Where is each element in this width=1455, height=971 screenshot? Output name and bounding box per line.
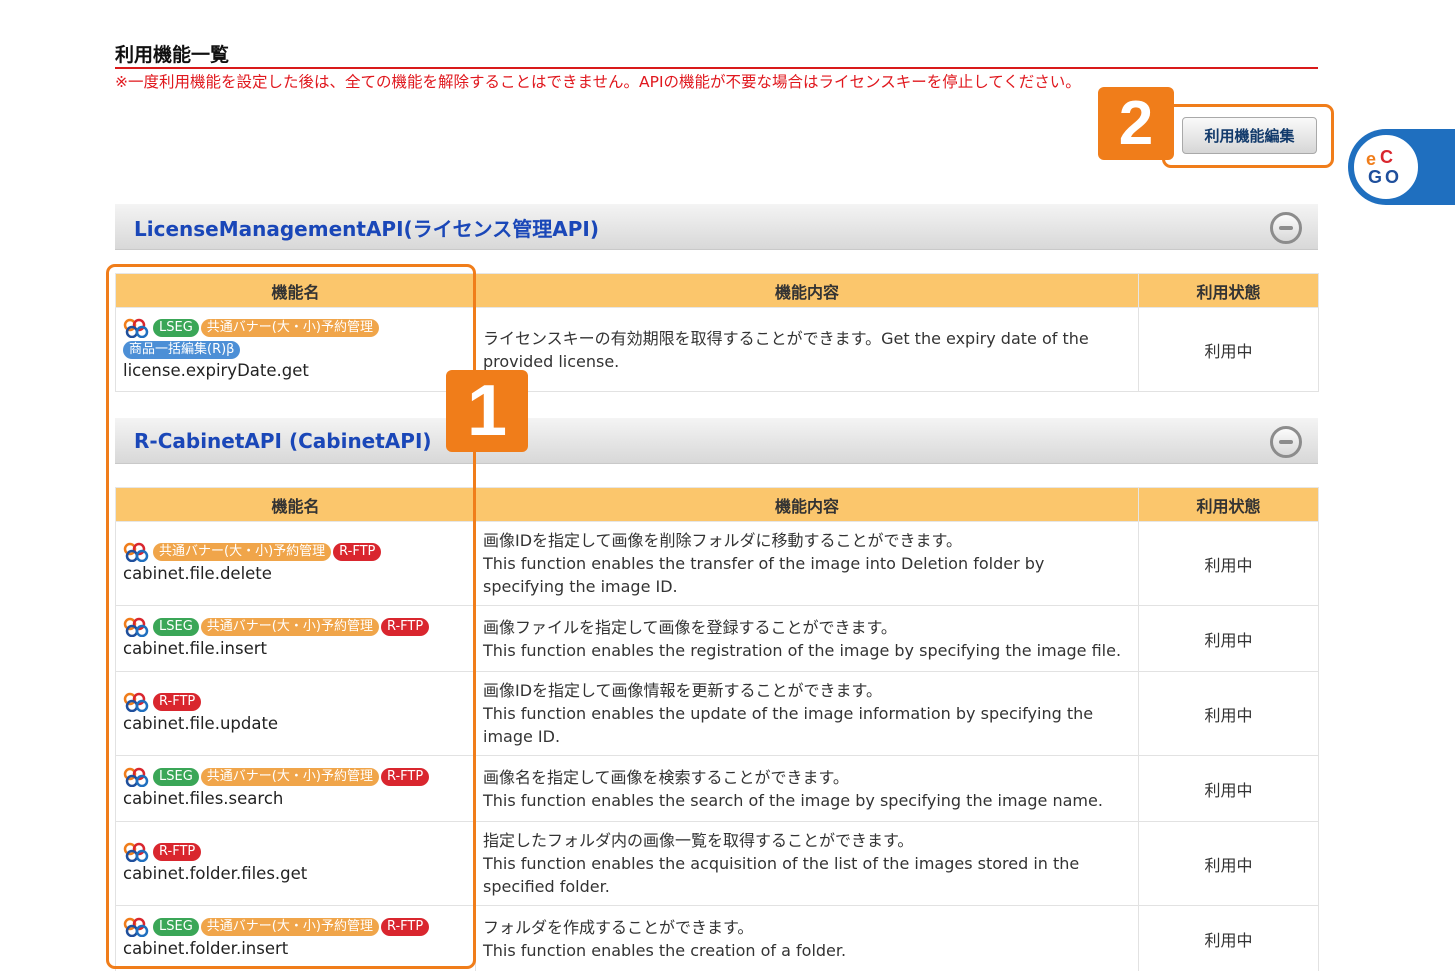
function-description: 画像ファイルを指定して画像を登録することができます。 This function … (475, 605, 1139, 672)
function-description: 画像IDを指定して画像情報を更新することができます。 This function … (475, 671, 1139, 756)
function-description: 画像名を指定して画像を検索することができます。 This function ena… (475, 755, 1139, 822)
description-line: This function enables the registration o… (483, 640, 1122, 660)
section-header-license[interactable]: LicenseManagementAPI(ライセンス管理API) (115, 204, 1318, 250)
description-line: 指定したフォルダ内の画像一覧を取得することができます。 (483, 831, 914, 850)
description-line: 画像ファイルを指定して画像を登録することができます。 (483, 617, 897, 637)
svg-text:G: G (1368, 167, 1382, 186)
description-line: image ID. (483, 727, 561, 746)
callout-1-number: 1 (446, 370, 528, 452)
description-line: This function enables the acquisition of… (483, 854, 1080, 873)
usage-status: 利用中 (1138, 905, 1319, 971)
description-line: 画像IDを指定して画像を削除フォルダに移動することができます。 (483, 531, 962, 550)
callout-2-number: 2 (1098, 87, 1174, 160)
description-line: 画像IDを指定して画像情報を更新することができます。 (483, 681, 882, 700)
page-title: 利用機能一覧 (115, 44, 230, 66)
callout-2-frame (1162, 104, 1334, 168)
usage-status: 利用中 (1138, 521, 1319, 606)
description-line: This function enables the transfer of th… (483, 554, 1045, 573)
function-description: 指定したフォルダ内の画像一覧を取得することができます。 This function… (475, 821, 1139, 906)
callout-1-frame (106, 264, 476, 969)
svg-text:e: e (1366, 149, 1376, 169)
description-line: ライセンスキーの有効期限を取得することができます。Get the expiry … (483, 328, 1089, 348)
column-header-status: 利用状態 (1138, 273, 1319, 308)
collapse-icon[interactable] (1270, 426, 1302, 458)
title-divider (115, 67, 1318, 69)
svg-text:O: O (1385, 167, 1399, 186)
usage-status: 利用中 (1138, 821, 1319, 906)
svg-text:C: C (1380, 148, 1393, 167)
description-line: 画像名を指定して画像を検索することができます。 (483, 767, 849, 787)
column-header-status: 利用状態 (1138, 487, 1319, 522)
column-header-desc: 機能内容 (475, 487, 1139, 522)
usage-status: 利用中 (1138, 307, 1319, 392)
usage-status: 利用中 (1138, 605, 1319, 672)
ecgo-logo-icon[interactable]: e C G O (1352, 133, 1420, 201)
description-line: This function enables the update of the … (483, 704, 1094, 723)
description-line: provided license. (483, 351, 620, 371)
column-header-desc: 機能内容 (475, 273, 1139, 308)
description-line: specifying the image ID. (483, 577, 678, 596)
function-description: 画像IDを指定して画像を削除フォルダに移動することができます。 This func… (475, 521, 1139, 606)
description-line: specified folder. (483, 877, 610, 896)
description-line: フォルダを作成することができます。 (483, 917, 754, 937)
usage-status: 利用中 (1138, 671, 1319, 756)
collapse-icon[interactable] (1270, 212, 1302, 244)
usage-status: 利用中 (1138, 755, 1319, 822)
section-title-license[interactable]: LicenseManagementAPI(ライセンス管理API) (134, 204, 599, 250)
description-line: This function enables the search of the … (483, 790, 1103, 810)
warning-text: ※一度利用機能を設定した後は、全ての機能を解除することはできません。APIの機能… (115, 73, 1081, 91)
function-description: ライセンスキーの有効期限を取得することができます。Get the expiry … (475, 307, 1139, 392)
description-line: This function enables the creation of a … (483, 940, 847, 960)
function-description: フォルダを作成することができます。 This function enables t… (475, 905, 1139, 971)
